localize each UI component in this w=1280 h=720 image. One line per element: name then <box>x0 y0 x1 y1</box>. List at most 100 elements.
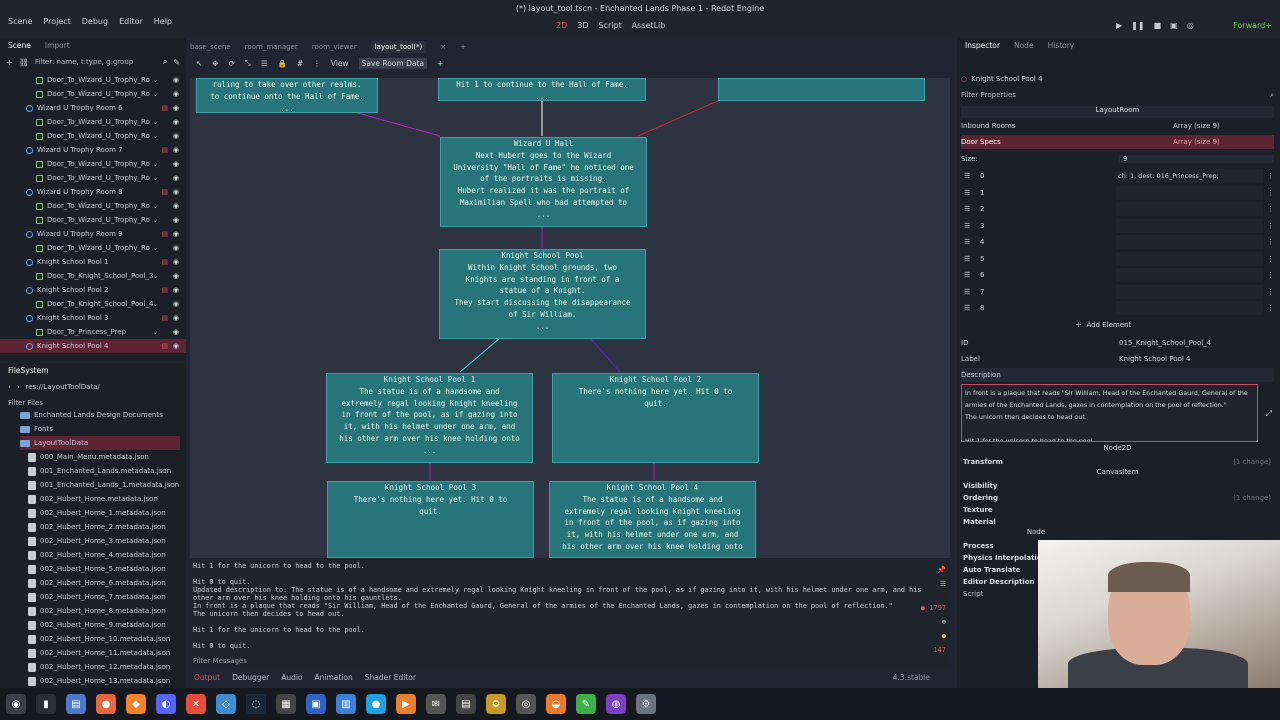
inspected-object[interactable]: Knight School Pool 4 <box>971 75 1042 83</box>
workspace-script[interactable]: Script <box>599 21 622 30</box>
visibility-eye-icon[interactable]: ◉ <box>173 342 179 350</box>
select-tool-icon[interactable]: ↖ <box>196 59 202 68</box>
grid-icon[interactable]: # <box>297 59 303 68</box>
tab-shader-editor[interactable]: Shader Editor <box>365 673 416 682</box>
room-node-knight-school-pool-1[interactable]: Knight School Pool 1 The statue is of a h… <box>326 373 533 463</box>
game-icon[interactable]: ✕ <box>186 694 206 714</box>
scene-tree-item[interactable]: Door_To_Knight_School_Pool_4 ⌄ ◉ <box>0 297 186 311</box>
snap-icon[interactable]: ⋮ <box>313 59 321 68</box>
scale-tool-icon[interactable]: ⤡ <box>245 58 251 68</box>
filesystem-item[interactable]: 002_Hubert_Home_8.metadata.json <box>20 604 180 618</box>
size-input[interactable]: 9 <box>1119 155 1274 163</box>
array-element-row[interactable]: ☰ 8 ⋮ <box>961 300 1274 317</box>
visibility-eye-icon[interactable]: ◉ <box>173 314 179 322</box>
array-element-row[interactable]: ☰ 1 ⋮ <box>961 185 1274 202</box>
array-element-row[interactable]: ☰ 2 ⋮ <box>961 201 1274 218</box>
array-element-value[interactable] <box>1116 268 1263 283</box>
visibility-section[interactable]: Visibility <box>963 482 997 490</box>
scene-tree-item[interactable]: Door_To_Princess_Prep ⌄ ◉ <box>0 325 186 339</box>
script-icon[interactable]: ✎ <box>173 58 180 67</box>
scene-tree-item[interactable]: Door_To_Wizard_U_Trophy_Ro ⌄ ◉ <box>0 115 186 129</box>
output-filter-input[interactable]: Filter Messages <box>193 657 247 665</box>
array-element-value[interactable]: ch: 1, dest: 016_Princess_Prep; <box>1116 169 1263 184</box>
redot-icon[interactable]: ⚙ <box>636 694 656 714</box>
tab-import[interactable]: Import <box>45 41 70 50</box>
array-element-row[interactable]: ☰ 3 ⋮ <box>961 218 1274 235</box>
more-options-icon[interactable]: ⋮ <box>1267 304 1274 312</box>
tab-filesystem[interactable]: FileSystem <box>8 366 49 375</box>
property-filter-input[interactable]: Filter Properties ⌕ <box>961 88 1274 102</box>
room-node-top-left[interactable]: ruling to take over other realms. to con… <box>196 78 378 113</box>
tab-audio[interactable]: Audio <box>281 673 302 682</box>
list-tool-icon[interactable]: ☰ <box>261 59 268 68</box>
drag-handle-icon[interactable]: ☰ <box>964 255 980 263</box>
array-element-row[interactable]: ☰ 5 ⋮ <box>961 251 1274 268</box>
more-options-icon[interactable]: ⋮ <box>1267 288 1274 296</box>
filesystem-item[interactable]: LayoutToolData <box>20 436 180 450</box>
more-options-icon[interactable]: ⋮ <box>1267 172 1274 180</box>
chrome-icon[interactable]: ● <box>366 694 386 714</box>
filesystem-item[interactable]: 002_Hubert_Home_2.metadata.json <box>20 520 180 534</box>
array-element-row[interactable]: ☰ 0 ch: 1, dest: 016_Princess_Prep; ⋮ <box>961 168 1274 185</box>
rotate-tool-icon[interactable]: ⟳ <box>229 59 235 68</box>
script-property[interactable]: Script <box>963 590 983 598</box>
scene-tree-item[interactable]: Knight School Pool 4 ▤ ◉ <box>0 339 186 353</box>
scene-tree-item[interactable]: Wizard U Trophy Room 9 ▤ ◉ <box>0 227 186 241</box>
filesystem-item[interactable]: 002_Hubert_Home_12.metadata.json <box>20 660 180 674</box>
more-options-icon[interactable]: ⋮ <box>1267 189 1274 197</box>
add-element-button[interactable]: ＋ Add Element <box>1075 320 1131 330</box>
link-icon[interactable]: ⛓ <box>19 58 29 67</box>
filesystem-item[interactable]: 002_Hubert_Home_7.metadata.json <box>20 590 180 604</box>
tab-animation[interactable]: Animation <box>315 673 353 682</box>
class-header-node2d[interactable]: Node2D <box>961 444 1274 456</box>
signal-icon[interactable]: ▤ <box>161 104 168 112</box>
array-element-row[interactable]: ☰ 7 ⋮ <box>961 284 1274 301</box>
class-header-canvasitem[interactable]: CanvasItem <box>961 468 1274 480</box>
files-icon[interactable]: ▤ <box>66 694 86 714</box>
filesystem-item[interactable]: 002_Hubert_Home_10.metadata.json <box>20 632 180 646</box>
array-element-row[interactable]: ☰ 6 ⋮ <box>961 267 1274 284</box>
github-icon[interactable]: ◍ <box>606 694 626 714</box>
physics-interpolation-section[interactable]: Physics Interpolation <box>963 554 1047 562</box>
filesystem-item[interactable]: 002_Hubert_Home_4.metadata.json <box>20 548 180 562</box>
movie-icon[interactable]: ◎ <box>1187 21 1194 30</box>
door-specs-value[interactable]: Array (size 9) <box>1173 138 1220 146</box>
filesystem-item[interactable]: 002_Hubert_Home_1.metadata.json <box>20 506 180 520</box>
array-element-value[interactable] <box>1116 251 1263 266</box>
scene-tree-item[interactable]: Knight School Pool 2 ▤ ◉ <box>0 283 186 297</box>
room-node-top-mid[interactable]: Hit 1 to continue to the Hall of Fame. .… <box>438 78 646 101</box>
scene-tree-item[interactable]: Door_To_Wizard_U_Trophy_Ro ⌄ ◉ <box>0 73 186 87</box>
tab-output[interactable]: Output <box>194 673 220 682</box>
steam-icon[interactable]: ◌ <box>246 694 266 714</box>
tab-debugger[interactable]: Debugger <box>232 673 269 682</box>
signal-icon[interactable]: ▤ <box>161 342 168 350</box>
visibility-eye-icon[interactable]: ◉ <box>173 132 179 140</box>
obs-icon[interactable]: ◎ <box>516 694 536 714</box>
play-scene-icon[interactable]: ▣ <box>1170 21 1178 30</box>
array-element-value[interactable] <box>1116 301 1263 316</box>
lock-icon[interactable]: 🔒 <box>278 59 287 68</box>
class-header-layoutroom[interactable]: LayoutRoom <box>961 106 1274 118</box>
app-icon[interactable]: ▦ <box>276 694 296 714</box>
blender-icon[interactable]: ◒ <box>546 694 566 714</box>
drag-handle-icon[interactable]: ☰ <box>964 304 980 312</box>
add-tab-icon[interactable]: + <box>460 43 466 51</box>
tab-history[interactable]: History <box>1048 41 1075 50</box>
drag-handle-icon[interactable]: ☰ <box>964 271 980 279</box>
error-count[interactable]: 1797 <box>929 604 946 612</box>
editor-description-section[interactable]: Editor Description <box>963 578 1035 586</box>
filesystem-item[interactable]: Fonts <box>20 422 180 436</box>
renderer-select[interactable]: Forward+ <box>1233 21 1272 30</box>
array-element-value[interactable] <box>1116 185 1263 200</box>
inbound-rooms-row[interactable]: Inbound Rooms Array (size 9) <box>961 119 1274 133</box>
menu-debug[interactable]: Debug <box>82 17 108 26</box>
scene-tree-item[interactable]: Door_To_Wizard_U_Trophy_Ro ⌄ ◉ <box>0 241 186 255</box>
menu-project[interactable]: Project <box>43 17 70 26</box>
start-menu-icon[interactable]: ◉ <box>6 694 26 714</box>
door-specs-row[interactable]: Door Specs Array (size 9) <box>961 135 1274 149</box>
more-options-icon[interactable]: ⋮ <box>1267 271 1274 279</box>
tab-inspector[interactable]: Inspector <box>965 41 1000 50</box>
texture-section[interactable]: Texture <box>963 506 993 514</box>
array-element-value[interactable] <box>1116 202 1263 217</box>
filesystem-item[interactable]: 002_Hubert_Home_13.metadata.json <box>20 674 180 688</box>
